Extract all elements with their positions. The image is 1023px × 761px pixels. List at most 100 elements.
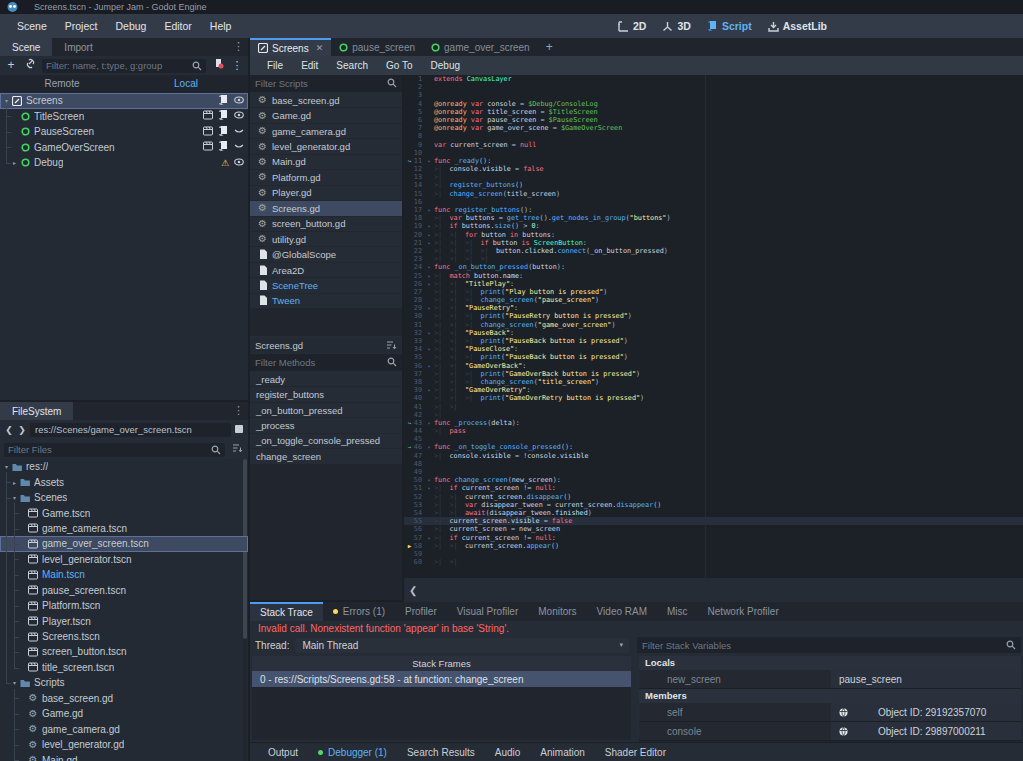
- code-line-53[interactable]: 53>|>|var disappear_tween = current_scre…: [404, 501, 1023, 509]
- tab-filesystem[interactable]: FileSystem: [0, 402, 73, 420]
- script-item-base-screen-gd[interactable]: ⚙base_screen.gd: [250, 93, 402, 108]
- method-item-_process[interactable]: _process: [250, 418, 402, 433]
- code-line-40[interactable]: 40>|>|>|print("GameOverRetry button is p…: [404, 394, 1023, 402]
- stack-frame-row[interactable]: 0 - res://Scripts/Screens.gd:58 - at fun…: [252, 671, 631, 687]
- scene-tab-Screens[interactable]: Screens✕: [250, 38, 331, 56]
- code-line-32[interactable]: 32▾>|>|"PauseBack":: [404, 329, 1023, 337]
- remote-tab[interactable]: Remote: [0, 75, 124, 93]
- script-item-screens-gd[interactable]: ⚙Screens.gd: [250, 201, 402, 216]
- script-item-screen-button-gd[interactable]: ⚙screen_button.gd: [250, 217, 402, 232]
- code-line-22[interactable]: 22>|>|>|>|button.clicked.connect(_on_but…: [404, 247, 1023, 255]
- debugger-tab-visual-profiler[interactable]: Visual Profiler: [447, 602, 529, 621]
- code-line-38[interactable]: 38>|>|>|change_screen("title_screen"): [404, 378, 1023, 386]
- code-line-48[interactable]: 48: [404, 460, 1023, 468]
- code-line-41[interactable]: 41>|>|: [404, 403, 1023, 411]
- code-line-56[interactable]: 56>|current_screen = new_screen: [404, 525, 1023, 533]
- scene-node-pausescreen[interactable]: PauseScreen: [0, 124, 248, 140]
- file-platform-tscn[interactable]: Platform.tscn: [0, 598, 248, 613]
- script-item-area2d[interactable]: Area2D: [250, 263, 402, 278]
- filesystem-menu-icon[interactable]: ⋮: [233, 404, 244, 417]
- code-line-27[interactable]: 27>|>|>|print("Play button is pressed"): [404, 288, 1023, 296]
- menu-project[interactable]: Project: [56, 20, 107, 32]
- script-item-main-gd[interactable]: ⚙Main.gd: [250, 155, 402, 170]
- code-line-47[interactable]: 47>|console.visible = !console.visible: [404, 452, 1023, 460]
- debugger-tab-stack-trace[interactable]: Stack Trace: [250, 602, 323, 621]
- tab-scene[interactable]: Scene: [0, 38, 52, 56]
- code-line-51[interactable]: 51▾>|if current_screen != null:: [404, 484, 1023, 492]
- code-line-24[interactable]: 24▾func _on_button_pressed(button):: [404, 263, 1023, 271]
- code-line-46[interactable]: →46▾func _on_toggle_console_pressed():: [404, 443, 1023, 451]
- script-menu-edit[interactable]: Edit: [292, 60, 327, 71]
- filter-files-input[interactable]: Filter Files: [4, 443, 225, 457]
- bottom-tab-animation[interactable]: Animation: [530, 747, 594, 758]
- dock-menu-icon[interactable]: ⋮: [233, 40, 244, 53]
- code-line-37[interactable]: 37>|>|>|print("GameOverBack button is pr…: [404, 370, 1023, 378]
- script-menu-go-to[interactable]: Go To: [377, 60, 422, 71]
- local-tab[interactable]: Local: [124, 75, 248, 93]
- file-game-tscn[interactable]: Game.tscn: [0, 505, 248, 520]
- code-line-20[interactable]: 20▾>|>|for button in buttons:: [404, 231, 1023, 239]
- code-line-31[interactable]: 31>|>|>|change_screen("game_over_screen"…: [404, 321, 1023, 329]
- close-tab-icon[interactable]: ✕: [316, 43, 324, 53]
- sort-methods-button[interactable]: [386, 340, 397, 352]
- bottom-tab-output[interactable]: Output: [258, 747, 308, 758]
- code-line-35[interactable]: 35>|>|>|print("PauseBack button is press…: [404, 353, 1023, 361]
- method-item-_on_button_pressed[interactable]: _on_button_pressed: [250, 403, 402, 418]
- method-item-register_buttons[interactable]: register_buttons: [250, 387, 402, 402]
- script-menu-debug[interactable]: Debug: [422, 60, 469, 71]
- code-line-15[interactable]: 15>|change_screen(title_screen): [404, 190, 1023, 198]
- bottom-tab-shader-editor[interactable]: Shader Editor: [595, 747, 676, 758]
- scene-tab-pause_screen[interactable]: pause_screen: [331, 38, 423, 56]
- variable-row-new_screen[interactable]: new_screenpause_screen: [639, 670, 1021, 689]
- menu-help[interactable]: Help: [201, 20, 241, 32]
- code-line-43[interactable]: ↪43▾func _process(delta):: [404, 419, 1023, 427]
- thread-dropdown[interactable]: Main Thread ▾: [295, 638, 629, 653]
- code-line-30[interactable]: 30>|>|>|print("PauseRetry button is pres…: [404, 312, 1023, 320]
- add-node-button[interactable]: +: [4, 56, 18, 75]
- script-item-player-gd[interactable]: ⚙Player.gd: [250, 186, 402, 201]
- code-line-34[interactable]: 34▾>|>|"PauseClose":: [404, 345, 1023, 353]
- code-line-6[interactable]: 6@onready var pause_screen = $PauseScree…: [404, 116, 1023, 124]
- code-line-39[interactable]: 39▾>|>|"GameOverRetry":: [404, 386, 1023, 394]
- file-level-generator-tscn[interactable]: level_generator.tscn: [0, 552, 248, 567]
- menu-scene[interactable]: Scene: [8, 20, 56, 32]
- file-pause-screen-tscn[interactable]: pause_screen.tscn: [0, 583, 248, 598]
- code-line-18[interactable]: 18>|var buttons = get_tree().get_nodes_i…: [404, 214, 1023, 222]
- code-line-2[interactable]: 2: [404, 83, 1023, 91]
- file-game-over-screen-tscn[interactable]: game_over_screen.tscn: [0, 536, 248, 551]
- new-scene-tab-button[interactable]: +: [538, 38, 561, 56]
- code-line-13[interactable]: 13>|: [404, 173, 1023, 181]
- script-menu-file[interactable]: File: [258, 60, 292, 71]
- mode-script[interactable]: Script: [707, 20, 752, 32]
- scene-tree-menu-icon[interactable]: ⋮: [230, 56, 244, 75]
- script-menu-search[interactable]: Search: [327, 60, 377, 71]
- script-item-game-gd[interactable]: ⚙Game.gd: [250, 108, 402, 123]
- file-res-[interactable]: ▾res://: [0, 459, 248, 474]
- script-item--globalscope[interactable]: @GlobalScope: [250, 247, 402, 262]
- code-line-8[interactable]: 8: [404, 132, 1023, 140]
- variable-row-self[interactable]: selfObject ID: 29192357070: [639, 703, 1021, 722]
- code-line-5[interactable]: 5@onready var title_screen = $TitleScree…: [404, 108, 1023, 116]
- script-item-platform-gd[interactable]: ⚙Platform.gd: [250, 170, 402, 185]
- debugger-tab-network-profiler[interactable]: Network Profiler: [698, 602, 789, 621]
- code-line-59[interactable]: 59: [404, 550, 1023, 558]
- code-line-36[interactable]: 36▾>|>|"GameOverBack":: [404, 362, 1023, 370]
- code-line-33[interactable]: 33>|>|>|print("PauseBack button is press…: [404, 337, 1023, 345]
- scene-node-screens[interactable]: ▾Screens: [0, 93, 248, 109]
- file-player-tscn[interactable]: Player.tscn: [0, 613, 248, 628]
- code-line-9[interactable]: 9var current_screen = null: [404, 141, 1023, 149]
- code-line-1[interactable]: 1extends CanvasLayer: [404, 75, 1023, 83]
- code-line-23[interactable]: 23>|>|>|>|: [404, 255, 1023, 263]
- file-level-generator-gd[interactable]: ⚙level_generator.gd: [0, 737, 248, 752]
- code-line-42[interactable]: 42>|: [404, 411, 1023, 419]
- code-line-14[interactable]: 14>|register_buttons(): [404, 181, 1023, 189]
- mode-assetlib[interactable]: AssetLib: [768, 20, 827, 32]
- code-line-25[interactable]: 25▾>|match button.name:: [404, 272, 1023, 280]
- attach-script-button[interactable]: [211, 56, 225, 75]
- menu-debug[interactable]: Debug: [106, 20, 155, 32]
- sort-files-button[interactable]: [230, 440, 244, 459]
- debugger-tab-misc[interactable]: Misc: [657, 602, 698, 621]
- file-main-gd[interactable]: ⚙Main.gd: [0, 752, 248, 761]
- debugger-tab-video-ram[interactable]: Video RAM: [587, 602, 657, 621]
- code-line-26[interactable]: 26▾>|>|"TitlePlay":: [404, 280, 1023, 288]
